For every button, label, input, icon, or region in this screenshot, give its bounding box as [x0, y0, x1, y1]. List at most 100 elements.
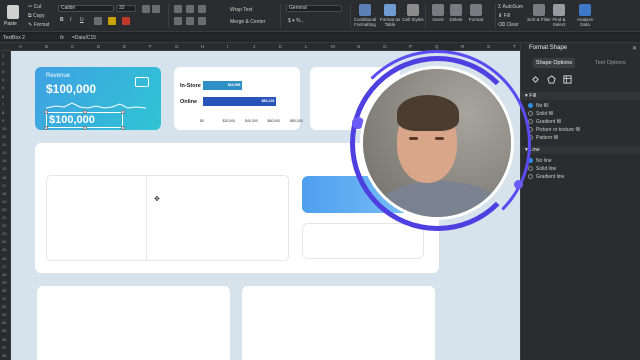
row-header[interactable]: 13	[2, 150, 6, 155]
row-header[interactable]: 12	[2, 142, 6, 147]
row-header[interactable]: 27	[2, 264, 6, 269]
row-header[interactable]: 9	[2, 118, 4, 123]
format-painter-button[interactable]: ✎ Format	[28, 22, 49, 28]
column-header[interactable]: G	[175, 44, 179, 49]
column-header[interactable]: K	[279, 44, 282, 49]
row-header[interactable]: 5	[2, 85, 4, 90]
column-header[interactable]: T	[513, 44, 516, 49]
number-format-select[interactable]: General	[286, 5, 342, 12]
row-header[interactable]: 32	[2, 304, 6, 309]
row-header[interactable]: 30	[2, 288, 6, 293]
align-right-icon[interactable]	[198, 17, 206, 25]
font-name-select[interactable]: Calibri	[58, 5, 114, 12]
row-header[interactable]: 19	[2, 199, 6, 204]
accounting-format-button[interactable]: $ ▾ % ,	[288, 18, 303, 24]
row-header[interactable]: 8	[2, 110, 4, 115]
italic-button[interactable]: I	[70, 17, 71, 23]
column-header[interactable]: I	[227, 44, 228, 49]
decrease-font-icon[interactable]	[152, 5, 160, 13]
row-header[interactable]: 33	[2, 312, 6, 317]
row-header[interactable]: 16	[2, 175, 6, 180]
tab-text-options[interactable]: Text Options	[595, 58, 626, 68]
fill-section-header[interactable]: ▾ Fill	[521, 92, 640, 100]
merge-center-button[interactable]: Merge & Center	[230, 19, 265, 25]
no-line-option[interactable]: No line	[528, 158, 552, 164]
align-center-icon[interactable]	[186, 17, 194, 25]
row-header[interactable]: 29	[2, 280, 6, 285]
column-header[interactable]: D	[97, 44, 100, 49]
column-header[interactable]: A	[19, 44, 22, 49]
clear-button[interactable]: ⌫ Clear	[498, 22, 518, 28]
resize-handle[interactable]	[44, 126, 48, 130]
row-header[interactable]: 25	[2, 247, 6, 252]
chart-bar[interactable]: $34,998	[203, 81, 243, 90]
cut-button[interactable]: ✂ Cut	[28, 4, 41, 10]
row-header[interactable]: 23	[2, 231, 6, 236]
column-header[interactable]: F	[149, 44, 152, 49]
column-header[interactable]: O	[383, 44, 387, 49]
row-header[interactable]: 20	[2, 207, 6, 212]
paint-bucket-icon[interactable]	[531, 75, 540, 84]
row-header[interactable]: 11	[2, 134, 6, 139]
fill-button[interactable]: ⬇ Fill	[498, 13, 510, 19]
column-header[interactable]: H	[201, 44, 204, 49]
resize-handle[interactable]	[121, 126, 125, 130]
row-header[interactable]: 24	[2, 239, 6, 244]
font-color-icon[interactable]	[122, 17, 130, 25]
bottom-card-left[interactable]	[37, 286, 230, 360]
size-properties-icon[interactable]	[563, 75, 572, 84]
gradient-fill-option[interactable]: Gradient fill	[528, 119, 561, 125]
picture-fill-option[interactable]: Picture or texture fill	[528, 127, 580, 133]
formula-input[interactable]: =Data!C15	[72, 34, 96, 42]
row-header[interactable]: 7	[2, 102, 4, 107]
conditional-formatting-button[interactable]: Conditional Formatting	[352, 3, 378, 29]
revenue-card[interactable]: Revenue $100,000 $100,000	[35, 67, 161, 130]
solid-fill-option[interactable]: Solid fill	[528, 111, 553, 117]
increase-font-icon[interactable]	[142, 5, 150, 13]
pattern-fill-option[interactable]: Pattern fill	[528, 135, 558, 141]
close-icon[interactable]: ✕	[632, 45, 637, 52]
chart-placeholder[interactable]	[46, 175, 289, 261]
align-middle-icon[interactable]	[186, 5, 194, 13]
row-header[interactable]: 1	[2, 53, 4, 58]
chart-bar[interactable]: $65,128	[203, 97, 277, 106]
column-header[interactable]: Q	[435, 44, 439, 49]
analyze-data-button[interactable]: Analyze Data	[572, 3, 598, 29]
row-header[interactable]: 3	[2, 69, 4, 74]
copy-button[interactable]: ⧉ Copy	[28, 13, 45, 19]
resize-handle[interactable]	[121, 110, 125, 114]
column-header[interactable]: R	[461, 44, 464, 49]
column-header[interactable]: C	[71, 44, 74, 49]
row-header[interactable]: 28	[2, 272, 6, 277]
row-header[interactable]: 18	[2, 191, 6, 196]
column-header[interactable]: N	[357, 44, 360, 49]
align-top-icon[interactable]	[174, 5, 182, 13]
line-section-header[interactable]: ▾ Line	[521, 146, 640, 154]
cell-styles-button[interactable]: Cell Styles	[400, 3, 426, 29]
sales-channel-chart[interactable]: In-Store Online $34,998 $65,128 $0 $20,0…	[174, 67, 303, 130]
column-header[interactable]: B	[45, 44, 48, 49]
fx-icon[interactable]: fx	[60, 34, 64, 42]
tab-shape-options[interactable]: Shape Options	[533, 58, 575, 68]
bold-button[interactable]: B	[60, 17, 64, 23]
name-box[interactable]: TextBox 2	[3, 34, 37, 42]
row-header[interactable]: 26	[2, 256, 6, 261]
row-header[interactable]: 2	[2, 61, 4, 66]
resize-handle[interactable]	[44, 110, 48, 114]
format-cells-button[interactable]: Format	[463, 3, 489, 29]
row-header[interactable]: 31	[2, 296, 6, 301]
row-header[interactable]: 22	[2, 223, 6, 228]
align-left-icon[interactable]	[174, 17, 182, 25]
column-header[interactable]: M	[331, 44, 335, 49]
row-header[interactable]: 37	[2, 345, 6, 350]
wrap-text-button[interactable]: Wrap Text	[230, 7, 252, 13]
font-size-select[interactable]: 32	[116, 5, 136, 12]
autosum-button[interactable]: Σ AutoSum	[498, 4, 523, 10]
find-select-button[interactable]: Find & Select	[546, 3, 572, 29]
row-header[interactable]: 17	[2, 183, 6, 188]
row-header[interactable]: 4	[2, 77, 4, 82]
fill-color-icon[interactable]	[108, 17, 116, 25]
selected-textbox[interactable]: $100,000	[44, 110, 125, 130]
resize-handle[interactable]	[83, 110, 87, 114]
row-header[interactable]: 10	[2, 126, 6, 131]
